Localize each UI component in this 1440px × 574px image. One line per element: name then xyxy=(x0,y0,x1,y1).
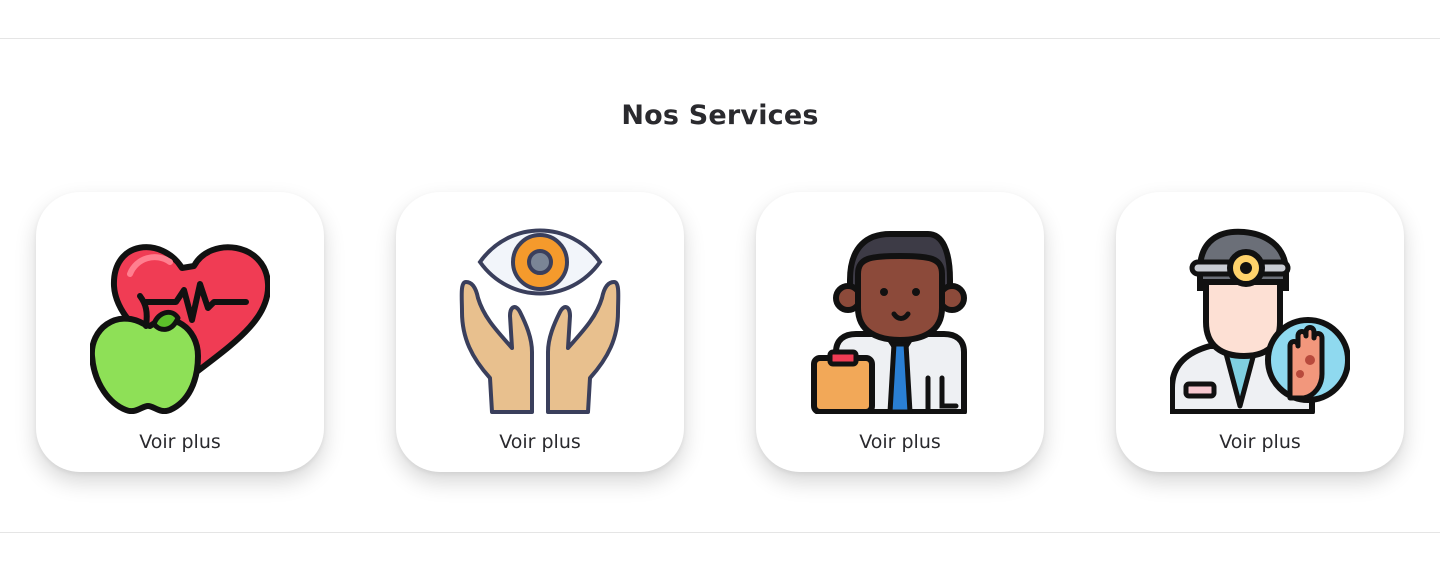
bottom-divider xyxy=(0,532,1440,533)
dermatologist-icon xyxy=(1170,228,1350,414)
service-card-nutrition[interactable]: Voir plus xyxy=(36,192,324,472)
voir-plus-link[interactable]: Voir plus xyxy=(756,430,1044,454)
services-page: Nos Services Voir plus Voir plus Voir pl… xyxy=(0,0,1440,574)
voir-plus-link[interactable]: Voir plus xyxy=(396,430,684,454)
voir-plus-link[interactable]: Voir plus xyxy=(1116,430,1404,454)
section-title: Nos Services xyxy=(621,100,819,131)
voir-plus-link[interactable]: Voir plus xyxy=(36,430,324,454)
eye-hands-icon xyxy=(450,228,630,414)
heart-apple-icon xyxy=(90,228,270,414)
service-card-dermatology[interactable]: Voir plus xyxy=(1116,192,1404,472)
top-divider xyxy=(0,38,1440,39)
service-card-ophthalmology[interactable]: Voir plus xyxy=(396,192,684,472)
service-card-general-practitioner[interactable]: Voir plus xyxy=(756,192,1044,472)
doctor-clipboard-icon xyxy=(810,228,990,414)
